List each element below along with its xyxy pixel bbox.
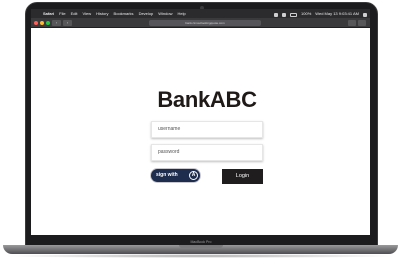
sign-with-button[interactable]: sign with A [151, 169, 200, 182]
browser-toolbar: ‹ › bank.rtmoutlookingquote.com [31, 18, 370, 28]
battery-percentage: 100% [301, 11, 312, 16]
login-button[interactable]: Login [222, 169, 263, 184]
sign-with-provider-icon: A [189, 171, 198, 180]
tabs-button[interactable] [358, 20, 366, 26]
wifi-icon[interactable] [274, 12, 279, 17]
toolbar-right-buttons [348, 20, 366, 26]
menu-item-develop[interactable]: Develop [139, 9, 154, 18]
menubar-clock[interactable]: Wed May 13 9:03:41 AM [315, 9, 359, 18]
forward-button[interactable]: › [63, 20, 72, 26]
laptop-base [3, 245, 398, 254]
screen: Safari File Edit View History Bookmarks … [31, 9, 370, 235]
menu-item-bookmarks[interactable]: Bookmarks [114, 9, 134, 18]
address-bar[interactable]: bank.rtmoutlookingquote.com [149, 20, 261, 26]
model-label: MacBook Pro [190, 240, 212, 244]
battery-icon[interactable] [290, 12, 298, 17]
sign-with-label: sign with [156, 172, 178, 178]
navigation-buttons: ‹ › [52, 20, 72, 26]
menu-item-history[interactable]: History [96, 9, 108, 18]
window-controls [34, 21, 50, 25]
menu-items: Safari File Edit View History Bookmarks … [43, 9, 186, 18]
spotlight-icon[interactable] [363, 12, 367, 17]
laptop-mockup: Safari File Edit View History Bookmarks … [0, 0, 401, 260]
status-area: 100% Wed May 13 9:03:41 AM [274, 9, 367, 18]
laptop-shadow [3, 254, 398, 258]
menu-item-view[interactable]: View [82, 9, 91, 18]
bank-logo: BankABC [157, 87, 257, 112]
menu-item-safari[interactable]: Safari [43, 9, 54, 18]
fullscreen-window-button[interactable] [46, 21, 50, 25]
menu-item-window[interactable]: Window [158, 9, 172, 18]
base-notch [179, 245, 223, 248]
password-field[interactable]: password [151, 144, 263, 161]
minimize-window-button[interactable] [40, 21, 44, 25]
bluetooth-icon[interactable] [282, 12, 287, 17]
menu-item-help[interactable]: Help [177, 9, 185, 18]
menu-item-edit[interactable]: Edit [71, 9, 78, 18]
share-button[interactable] [348, 20, 356, 26]
close-window-button[interactable] [34, 21, 38, 25]
login-page: BankABC username password sign with A Lo… [31, 29, 370, 235]
menu-bar: Safari File Edit View History Bookmarks … [31, 9, 370, 18]
back-button[interactable]: ‹ [52, 20, 61, 26]
menu-item-file[interactable]: File [59, 9, 65, 18]
username-field[interactable]: username [151, 121, 263, 138]
